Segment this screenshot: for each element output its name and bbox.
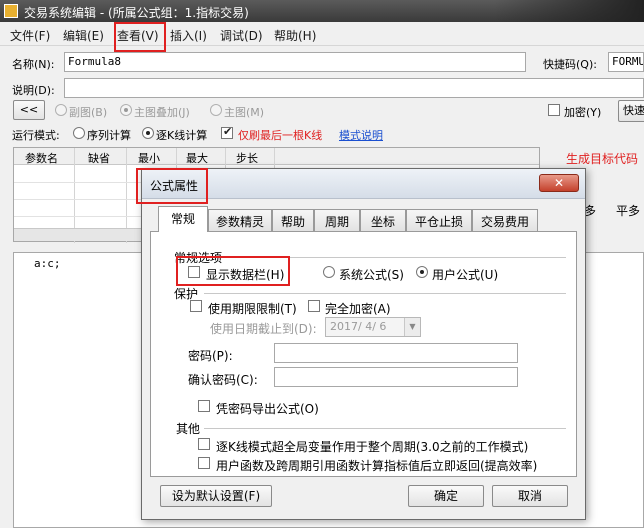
run-mode-label: 运行模式: <box>12 129 60 142</box>
name-input[interactable]: Formula8 <box>64 52 526 72</box>
tab-param-wizard[interactable]: 参数精灵 <box>208 209 272 231</box>
tab-stop-loss[interactable]: 平仓止损 <box>406 209 472 231</box>
encrypt-label: 加密(Y) <box>564 106 602 119</box>
code-text[interactable]: a:c; <box>34 257 61 270</box>
app-icon <box>4 4 18 18</box>
radio-sub-chart-label: 副图(B) <box>69 106 108 119</box>
date-limit-combo[interactable]: 2017/ 4/ 6 ▼ <box>325 317 421 337</box>
window-title: 交易系统编辑 - (所属公式组：1.指标交易) <box>24 6 249 20</box>
confirm-password-input[interactable] <box>274 367 518 387</box>
radio-sub-chart[interactable] <box>55 104 67 116</box>
show-databar-highlight <box>176 256 290 286</box>
quick-button[interactable]: 快速 <box>618 100 644 122</box>
radio-user-formula-label: 用户公式(U) <box>432 268 499 282</box>
other-option-1-checkbox[interactable] <box>198 438 210 450</box>
group-divider <box>204 428 566 429</box>
tab-axis[interactable]: 坐标 <box>360 209 406 231</box>
mode-help-link[interactable]: 模式说明 <box>339 127 383 143</box>
radio-main-overlay[interactable] <box>120 104 132 116</box>
refresh-last-label: 仅刷最后一根K线 <box>238 129 323 142</box>
radio-tick-calc-label: 逐K线计算 <box>156 129 208 142</box>
ok-button[interactable]: 确定 <box>408 485 484 507</box>
menu-file[interactable]: 文件(F) <box>10 27 50 44</box>
grid-header-max: 最大 <box>186 152 208 165</box>
cancel-button[interactable]: 取消 <box>492 485 568 507</box>
collapse-button[interactable]: << <box>13 100 45 120</box>
dialog-title-bar[interactable]: 公式属性 ✕ <box>142 169 585 199</box>
other-option-2-label: 用户函数及跨周期引用函数计算指标值后立即返回(提高效率) <box>216 459 538 473</box>
menu-view-highlight <box>114 22 166 52</box>
tab-trade-fee[interactable]: 交易费用 <box>472 209 538 231</box>
menu-bar: 文件(F) 编辑(E) 查看(V) 插入(I) 调试(D) 帮助(H) <box>0 22 644 46</box>
full-encrypt-checkbox[interactable] <box>308 300 320 312</box>
set-default-button[interactable]: 设为默认设置(F) <box>160 485 272 507</box>
dialog-title-highlight <box>136 168 208 204</box>
description-input[interactable] <box>64 78 644 98</box>
title-bar: 交易系统编辑 - (所属公式组：1.指标交易) <box>0 0 644 22</box>
tab-period[interactable]: 周期 <box>314 209 360 231</box>
radio-system-formula-label: 系统公式(S) <box>339 268 404 282</box>
use-period-limit-label: 使用期限限制(T) <box>208 302 297 316</box>
grid-header-name: 参数名 <box>25 152 58 165</box>
radio-main-chart-label: 主图(M) <box>224 106 265 119</box>
menu-debug[interactable]: 调试(D) <box>220 27 263 44</box>
export-password-checkbox[interactable] <box>198 400 210 412</box>
name-label: 名称(N): <box>12 58 55 71</box>
chevron-down-icon[interactable]: ▼ <box>404 318 420 336</box>
tab-general[interactable]: 常规 <box>158 206 208 232</box>
menu-insert[interactable]: 插入(I) <box>170 27 207 44</box>
export-password-label: 凭密码导出公式(O) <box>216 402 319 416</box>
use-period-limit-checkbox[interactable] <box>190 300 202 312</box>
menu-help[interactable]: 帮助(H) <box>274 27 316 44</box>
menu-edit[interactable]: 编辑(E) <box>63 27 104 44</box>
shortcut-label: 快捷码(Q): <box>543 58 597 71</box>
formula-properties-dialog: 公式属性 ✕ 常规 参数精灵 帮助 周期 坐标 平仓止损 交易费用 常规选项 显… <box>141 168 586 520</box>
encrypt-checkbox[interactable] <box>548 104 560 116</box>
radio-sequence-calc-label: 序列计算 <box>87 129 131 142</box>
tab-help[interactable]: 帮助 <box>272 209 314 231</box>
radio-sequence-calc[interactable] <box>73 127 85 139</box>
refresh-last-checkbox[interactable] <box>221 125 233 139</box>
radio-main-overlay-label: 主图叠加(J) <box>134 106 190 119</box>
other-option-1-label: 逐K线模式超全局变量作用于整个周期(3.0之前的工作模式) <box>216 440 529 454</box>
radio-user-formula[interactable] <box>416 266 428 278</box>
group-other-label: 其他 <box>176 422 201 436</box>
close-icon[interactable]: ✕ <box>539 174 579 192</box>
confirm-password-label: 确认密码(C): <box>188 373 258 387</box>
password-input[interactable] <box>274 343 518 363</box>
grid-header-min: 最小 <box>138 152 160 165</box>
shortcut-input[interactable]: FORMUL <box>608 52 644 72</box>
generate-code-link[interactable]: 生成目标代码 <box>566 150 638 167</box>
password-label: 密码(P): <box>188 349 233 363</box>
date-limit-label: 使用日期截止到(D): <box>210 322 317 336</box>
other-option-2-checkbox[interactable] <box>198 457 210 469</box>
grid-header-default: 缺省 <box>88 152 110 165</box>
date-limit-value: 2017/ 4/ 6 <box>330 320 387 333</box>
radio-main-chart[interactable] <box>210 104 222 116</box>
description-label: 说明(D): <box>12 84 55 97</box>
grid-header-step: 步长 <box>236 152 258 165</box>
sell-long-label[interactable]: 平多 <box>616 202 640 219</box>
radio-system-formula[interactable] <box>323 266 335 278</box>
title-bar-shade <box>494 0 644 22</box>
group-divider <box>204 293 566 294</box>
full-encrypt-label: 完全加密(A) <box>325 302 391 316</box>
radio-tick-calc[interactable] <box>142 127 154 139</box>
